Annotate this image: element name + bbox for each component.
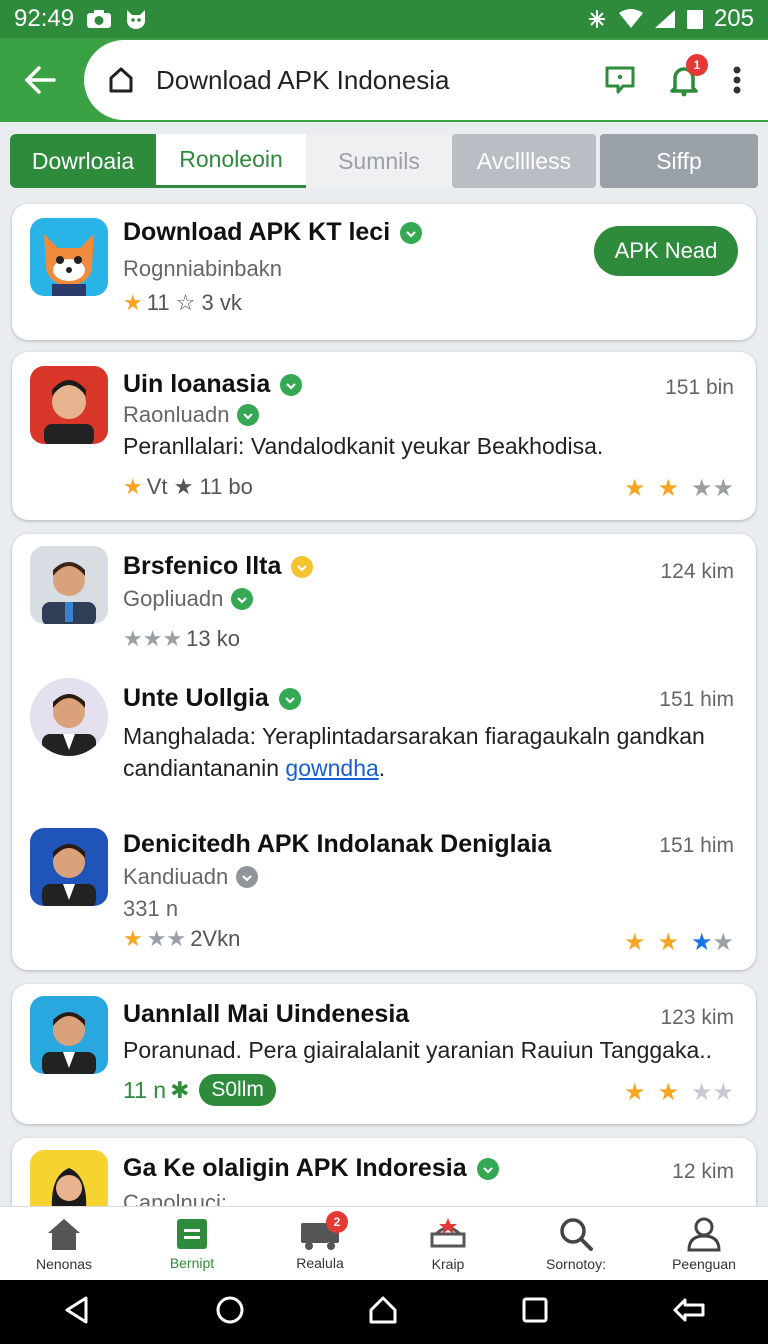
timestamp: 151 him [659,834,734,857]
star-icon: ★★★ [123,626,183,651]
avatar [30,828,108,906]
category-tabs: Dowrloaia Ronoleoin Sumnils Avclllless S… [10,134,758,188]
verified-icon [237,404,260,426]
rating-text: Vt ★ 11 bo [146,474,253,499]
nav-badge: 2 [326,1211,348,1233]
chat-icon[interactable] [604,64,636,96]
status-time: 92:49 [14,5,75,32]
verified-icon [280,373,303,396]
tab-download[interactable]: Dowrloaia [10,134,156,188]
app-title[interactable]: Unte Uollgia [123,684,269,713]
app-title: Uannlall Mai Uindenesia [123,1000,410,1028]
tab-sumnils[interactable]: Sumnils [306,134,452,188]
system-recents-icon[interactable] [521,1296,549,1329]
status-pill[interactable]: S0llm [199,1074,276,1106]
app-card[interactable]: Uannlall Mai Uindenesia 123 kim Poranuna… [12,984,756,1124]
app-title: Uin loanasia [123,370,271,398]
app-title: Ga Ke olaligin APK Indoresia [123,1154,467,1182]
profile-icon [687,1217,721,1251]
verified-icon [278,687,301,710]
system-home-icon[interactable] [215,1295,245,1330]
battery-icon [686,8,704,30]
app-title: Download APK KT leci [123,218,391,246]
tab-avclllless[interactable]: Avclllless [452,134,596,188]
apk-download-button[interactable]: APK Nead [594,226,738,276]
bluetooth-icon [586,8,608,30]
nav-realula[interactable]: 2 Realula [256,1207,384,1280]
app-subtitle: Raonluadn [123,402,230,427]
tab-ronoleoin[interactable]: Ronoleoin [156,134,306,188]
verified-icon [291,555,314,578]
app-subtitle: Gopliuadn [123,586,224,611]
notification-badge: 1 [686,54,708,76]
bottom-navigation: Nenonas Bernipt 2 Realula Kraip Sornotoy… [0,1206,768,1280]
system-house-icon[interactable] [368,1295,398,1330]
app-title[interactable]: Denicitedh APK Indolanak Deniglaia [123,830,551,859]
rating-text: 11 n [123,1076,167,1103]
rating-text: 11 ☆ 3 vk [146,290,242,315]
address-text: Download APK Indonesia [156,64,450,95]
nav-profile[interactable]: Peenguan [640,1207,768,1280]
nav-search[interactable]: Sornotoy: [512,1207,640,1280]
app-description: Peranllalari: Vandalodkanit yeukar Beakh… [123,433,604,459]
app-title[interactable]: Brsfenico llta [123,552,281,581]
verified-icon [400,221,423,244]
avatar [30,996,108,1074]
app-card[interactable]: Uin loanasia 151 bin Raonluadn Peranllal… [12,352,756,520]
timestamp: 124 kim [660,560,734,583]
app-icon-fox [30,218,108,296]
app-meta: 331 n [123,896,179,921]
timestamp: 151 bin [665,376,734,399]
nav-kraip[interactable]: Kraip [384,1207,512,1280]
app-card[interactable]: Download APK KT leci Rognniabinbakn ★ 11… [12,204,756,340]
search-icon [560,1217,593,1251]
star-rating: ★ ★ ★★ [623,475,734,502]
app-subtitle: Rognniabinbakn [123,256,283,281]
battery-text: 205 [713,5,754,32]
timestamp: 12 kim [672,1160,734,1183]
rating-text: 13 ko [186,626,240,651]
app-description: Manghalada: Yeraplintadarsarakan fiaraga… [123,723,705,781]
star-rating: ★ ★ ★★ [623,929,734,956]
home-icon[interactable] [104,63,138,97]
avatar [30,366,108,444]
star-icon: ★ [123,474,143,499]
wifi-icon [618,9,644,29]
home-icon [48,1218,80,1250]
description-link[interactable]: gowndha [285,755,378,781]
verified-icon [476,1157,499,1180]
avatar [30,546,108,624]
nav-bernipt[interactable]: Bernipt [128,1207,256,1280]
leaf-icon: ✱ [170,1076,190,1103]
camera-icon [86,9,112,29]
status-bar: 92:49 205 [0,0,768,38]
cat-icon [124,8,148,30]
back-button[interactable] [18,58,62,102]
timestamp: 151 him [659,688,734,711]
download-icon [236,866,259,888]
verified-icon [231,588,254,610]
list-icon [177,1218,207,1249]
star-icon: ★ [123,290,143,315]
app-card-group: Brsfenico llta 124 kim Gopliuadn ★★★ 13 … [12,534,756,970]
notification-bell-icon[interactable]: 1 [666,54,708,98]
system-navigation-bar [0,1280,768,1344]
nav-home[interactable]: Nenonas [0,1207,128,1280]
star-rating: ★ ★ ★★ [623,1079,734,1106]
back-arrow-icon [24,66,56,94]
sofa-star-icon [430,1217,466,1247]
more-options-icon[interactable] [732,65,742,95]
timestamp: 123 kim [660,1006,734,1029]
signal-icon [654,9,676,29]
system-back-arrow-icon[interactable] [672,1296,706,1329]
address-bar[interactable]: Download APK Indonesia 1 [84,40,768,120]
tab-siffp[interactable]: Siffp [600,134,758,188]
app-subtitle: Kandiuadn [123,864,229,889]
avatar [30,678,108,756]
system-back-icon[interactable] [62,1295,92,1330]
app-description: Poranunad. Pera giairalalanit yaranian R… [123,1037,713,1063]
star-icon: ★ [123,926,143,951]
rating-text: 2Vkn [190,926,241,951]
app-bar: Download APK Indonesia 1 [0,38,768,122]
